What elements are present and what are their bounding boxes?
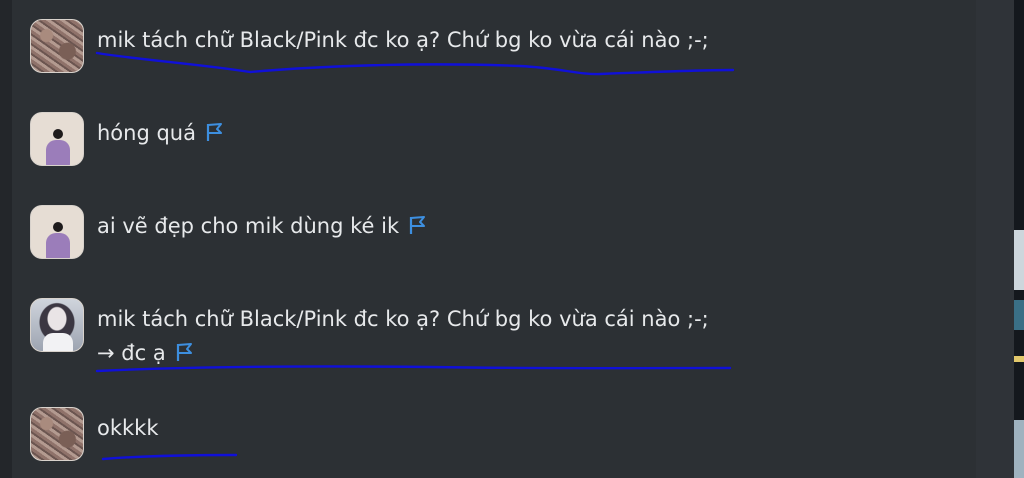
message-text: okkkk bbox=[97, 411, 159, 445]
left-strip bbox=[0, 0, 12, 478]
message-line: → đc ạ bbox=[97, 341, 166, 365]
message-text: mik tách chữ Black/Pink đc ko ạ? Chứ bg … bbox=[97, 302, 709, 370]
message-text: ai vẽ đẹp cho mik dùng ké ik bbox=[97, 209, 427, 243]
message-line: mik tách chữ Black/Pink đc ko ạ? Chứ bg … bbox=[97, 307, 709, 331]
user-avatar[interactable] bbox=[30, 298, 84, 352]
flag-icon[interactable] bbox=[176, 342, 194, 362]
message-text: hóng quá bbox=[97, 116, 224, 150]
user-avatar[interactable] bbox=[30, 407, 84, 461]
user-avatar[interactable] bbox=[30, 205, 84, 259]
flag-icon[interactable] bbox=[206, 122, 224, 142]
message-line: hóng quá bbox=[97, 121, 196, 145]
user-avatar[interactable] bbox=[30, 112, 84, 166]
scroll-gutter[interactable] bbox=[976, 0, 1014, 478]
message-line: okkkk bbox=[97, 416, 159, 440]
flag-icon[interactable] bbox=[409, 215, 427, 235]
message-line: ai vẽ đẹp cho mik dùng ké ik bbox=[97, 214, 400, 238]
message-text: mik tách chữ Black/Pink đc ko ạ? Chứ bg … bbox=[97, 23, 709, 57]
background-image-edge bbox=[1014, 0, 1024, 478]
message-line: mik tách chữ Black/Pink đc ko ạ? Chứ bg … bbox=[97, 28, 709, 52]
user-avatar[interactable] bbox=[30, 19, 84, 73]
